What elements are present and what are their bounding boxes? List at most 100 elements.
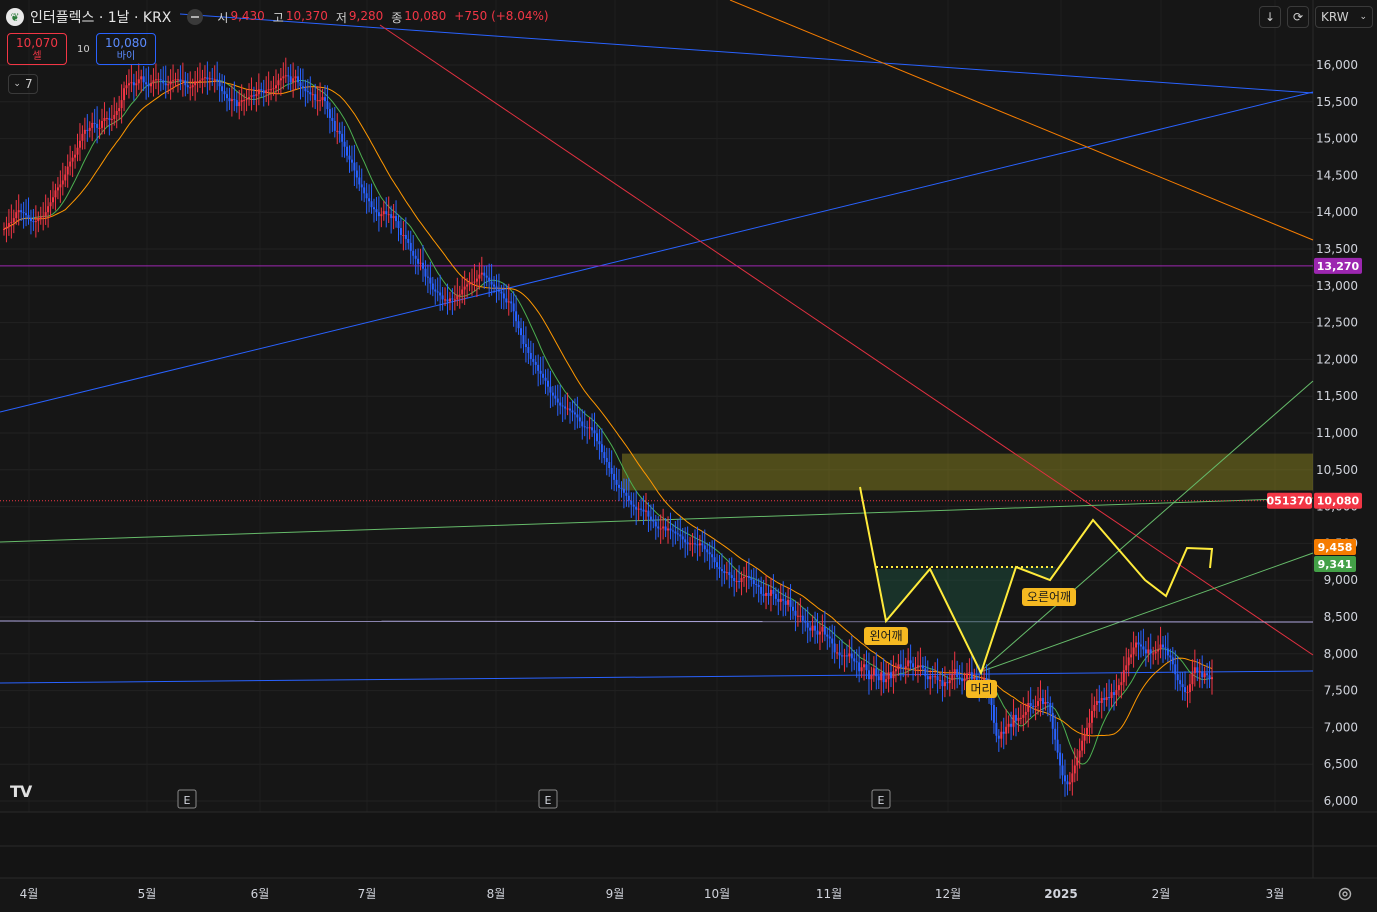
candle-body	[1100, 698, 1103, 703]
candle-body	[331, 117, 334, 121]
candle-body	[968, 672, 971, 674]
company-logo-icon: ❦	[6, 8, 24, 26]
candle-body	[93, 122, 96, 124]
candle-body	[22, 212, 25, 214]
candle-body	[1203, 673, 1206, 678]
candle-body	[997, 735, 1000, 739]
candle-body	[319, 100, 322, 102]
candle-body	[409, 242, 412, 251]
candle-body	[463, 286, 466, 290]
candle-body	[1117, 685, 1120, 691]
candle-body	[262, 90, 265, 94]
candle-body	[865, 664, 868, 671]
candle-body	[725, 572, 728, 574]
low-value: 9,280	[348, 8, 384, 23]
candle-body	[233, 99, 236, 101]
candle-body	[657, 526, 660, 529]
candle-body	[804, 620, 807, 623]
candle-body	[647, 510, 650, 517]
candle-body	[159, 79, 162, 81]
candle-body	[529, 352, 532, 359]
candle-body	[101, 120, 104, 128]
candle-body	[199, 80, 202, 82]
settings-gear-icon[interactable]	[1337, 886, 1353, 902]
candle-body	[49, 202, 52, 207]
right-shoulder-label: 오른어깨	[1027, 590, 1071, 604]
candle-body	[265, 90, 268, 94]
candle-body	[108, 117, 111, 120]
candle-body	[426, 276, 429, 278]
sell-button[interactable]: 10,070 셀	[7, 33, 67, 65]
candle-body	[635, 506, 638, 510]
candle-body	[83, 129, 86, 134]
candle-body	[870, 675, 873, 680]
candle-body	[358, 177, 361, 185]
candle-body	[390, 214, 393, 219]
candle-body	[669, 528, 672, 531]
time-tick-label: 4월	[20, 887, 39, 901]
candle-body	[1198, 671, 1201, 673]
symbol-title[interactable]: 인터플렉스 · 1날 · KRX	[30, 7, 171, 27]
candle-body	[507, 301, 510, 303]
sell-price: 10,070	[16, 36, 58, 50]
candle-body	[600, 444, 603, 453]
candle-body	[961, 678, 964, 682]
candle-body	[257, 89, 260, 95]
candle-body	[534, 361, 537, 365]
candle-body	[424, 268, 427, 277]
candle-body	[203, 77, 206, 79]
candle-body	[926, 676, 929, 680]
candle-body	[458, 294, 461, 296]
candle-body	[701, 543, 704, 546]
candle-body	[995, 722, 998, 736]
quantity-value[interactable]: 10	[77, 44, 90, 55]
price-tick-label: 10,500	[1316, 463, 1358, 477]
candle-body	[52, 197, 55, 203]
candle-body	[916, 665, 919, 668]
candle-body	[877, 676, 880, 681]
candle-body	[1037, 701, 1040, 706]
minimize-icon[interactable]	[187, 9, 204, 25]
candle-body	[326, 101, 329, 110]
price-tick-label: 16,000	[1316, 58, 1358, 72]
candle-body	[59, 184, 62, 188]
candle-body	[696, 544, 699, 546]
candle-body	[1139, 644, 1142, 647]
candle-body	[745, 576, 748, 578]
price-chart[interactable]: 왼어깨 머리 오른어깨 E E E 16,000 15,500 15,000 14,500 14,…	[0, 0, 1377, 908]
candle-body	[733, 578, 736, 582]
candle-body	[627, 495, 630, 501]
time-tick-label: 5월	[138, 887, 157, 901]
candle-body	[848, 653, 851, 657]
candle-body	[54, 190, 57, 198]
ohlc-readout: 시 9,430 고 10,370 저 9,280 종 10,080 +750 (+8.0…	[217, 9, 554, 26]
candle-body	[230, 99, 233, 102]
tradingview-logo-icon[interactable]: TV	[10, 782, 32, 801]
chart-canvas[interactable]: 왼어깨머리 오른어깨 E E E 16,000 15,500 15,000 14,500 14,…	[0, 0, 1377, 908]
candle-body	[245, 99, 248, 101]
candle-body	[897, 664, 900, 670]
candle-body	[1132, 647, 1135, 655]
candle-body	[1144, 649, 1147, 654]
buy-button[interactable]: 10,080 바이	[96, 33, 156, 65]
candle-body	[221, 86, 224, 92]
candle-body	[1034, 705, 1037, 707]
candle-body	[299, 82, 302, 87]
candle-body	[44, 212, 47, 217]
candle-body	[260, 89, 263, 91]
low-label: 저	[335, 10, 347, 25]
candle-body	[343, 141, 346, 147]
candle-body	[801, 615, 804, 621]
candle-body	[779, 598, 782, 602]
candle-body	[716, 562, 719, 568]
reset-chart-button[interactable]: ⟳	[1287, 6, 1309, 28]
candle-body	[292, 78, 295, 83]
candle-body	[1017, 717, 1020, 721]
candle-body	[738, 581, 741, 583]
currency-select[interactable]: KRW ⌄	[1315, 6, 1373, 28]
download-button[interactable]: ↓	[1259, 6, 1281, 28]
candle-body	[368, 198, 371, 202]
candle-body	[414, 255, 417, 259]
indicators-toggle-button[interactable]: ⌄ 7	[8, 74, 38, 94]
candle-body	[372, 207, 375, 210]
